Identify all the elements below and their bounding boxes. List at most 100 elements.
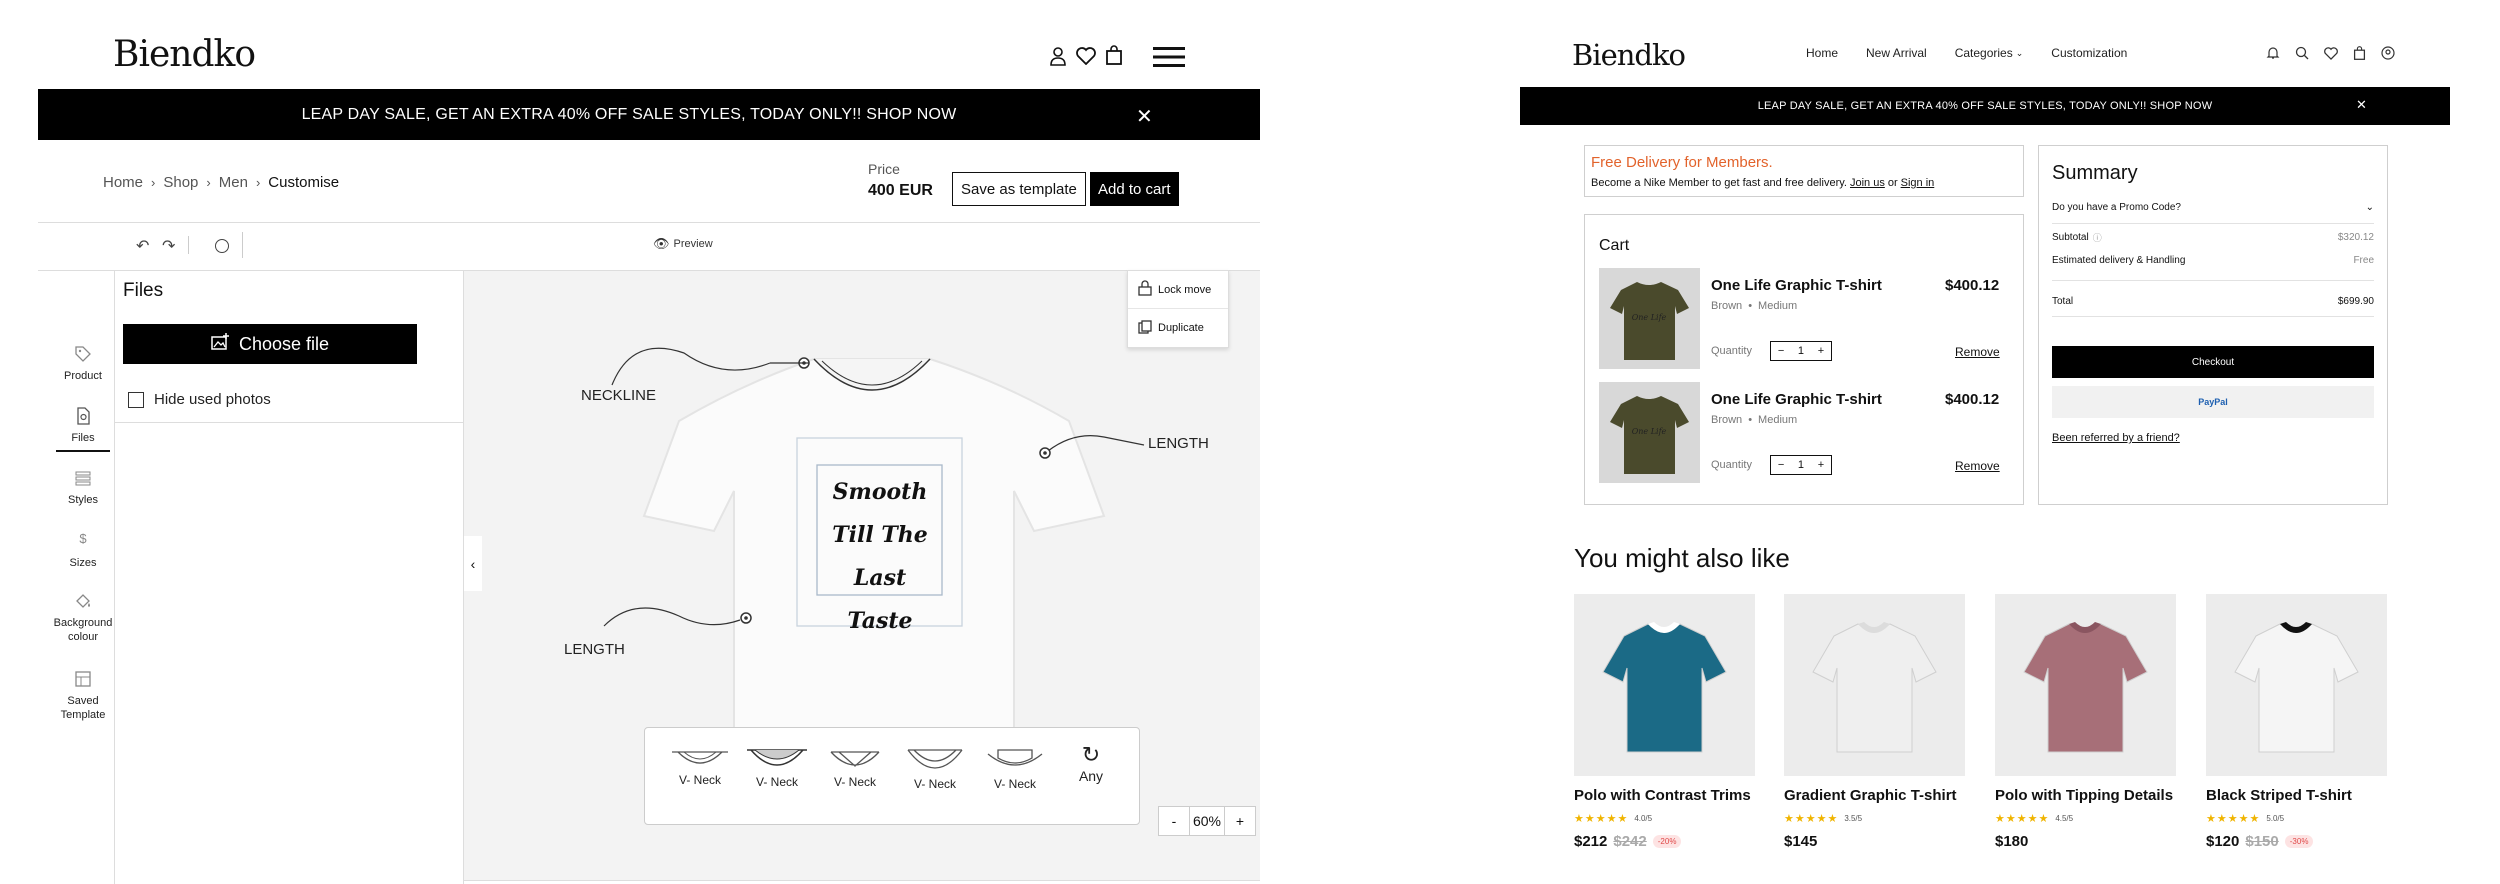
bell-icon[interactable]	[2266, 46, 2280, 63]
neck-option-any[interactable]: ↻ Any	[1051, 742, 1131, 784]
sidebar-item-product[interactable]: Product	[38, 345, 128, 383]
product-name[interactable]: Gradient Graphic T-shirt	[1784, 787, 1957, 804]
v-neck-icon	[830, 751, 880, 767]
sidebar-item-label: Background colour	[53, 617, 113, 643]
neck-option[interactable]: V- Neck	[660, 748, 740, 787]
user-icon[interactable]	[1049, 46, 1067, 66]
product-rating: ★★★★★ 3.5/5	[1784, 812, 1862, 825]
plus-icon[interactable]: +	[1818, 459, 1824, 471]
nav-categories[interactable]: Categories ⌄	[1955, 46, 2024, 60]
cart-item-name[interactable]: One Life Graphic T-shirt	[1711, 391, 1882, 408]
breadcrumb-men[interactable]: Men	[219, 174, 248, 191]
eye-icon: 👁	[653, 236, 670, 251]
sign-in-link[interactable]: Sign in	[1901, 177, 1935, 189]
minus-icon[interactable]: −	[1778, 459, 1784, 471]
sidebar-item-saved-template[interactable]: Saved Template	[38, 670, 128, 722]
close-banner-icon[interactable]: ✕	[2356, 97, 2367, 113]
zoom-control: - 60% +	[1158, 806, 1256, 836]
join-us-link[interactable]: Join us	[1850, 177, 1885, 189]
close-banner-icon[interactable]: ✕	[1136, 104, 1153, 129]
rating-value: 4.5/5	[2055, 814, 2074, 823]
product-name[interactable]: Polo with Contrast Trims	[1574, 787, 1751, 804]
neck-option[interactable]: V- Neck	[975, 746, 1055, 791]
design-canvas[interactable]: NECKLINE LENGTH LENGTH Smooth Till The L…	[464, 270, 1260, 880]
divider	[38, 222, 1260, 223]
cart-item-image[interactable]: One Life	[1599, 382, 1700, 483]
heart-icon[interactable]	[1076, 47, 1096, 65]
divider	[2052, 316, 2374, 317]
menu-item-duplicate[interactable]: Duplicate	[1128, 309, 1228, 347]
print-line: Smooth	[832, 479, 928, 505]
breadcrumb-home[interactable]: Home	[103, 174, 143, 191]
also-like-title: You might also like	[1574, 543, 1790, 573]
delivery-value: Free	[2353, 255, 2374, 266]
sidebar-item-files[interactable]: Files	[38, 407, 128, 452]
minus-icon[interactable]: −	[1778, 345, 1784, 357]
menu-icon[interactable]	[1153, 46, 1185, 68]
bag-icon[interactable]	[2353, 46, 2366, 63]
promo-banner-text[interactable]: LEAP DAY SALE, GET AN EXTRA 40% OFF SALE…	[302, 106, 957, 124]
turtle-neck-icon	[987, 749, 1043, 766]
breadcrumb-shop[interactable]: Shop	[163, 174, 198, 191]
zoom-value[interactable]: 60%	[1189, 807, 1225, 835]
cart-item-image[interactable]: One Life	[1599, 268, 1700, 369]
zoom-in-button[interactable]: +	[1225, 813, 1255, 829]
product-old-price: $150	[2245, 833, 2279, 850]
circle-shape-icon[interactable]	[215, 239, 229, 253]
paypal-button[interactable]: PayPal	[2052, 386, 2374, 418]
brand-logo[interactable]: Biendko	[1572, 38, 1686, 72]
quantity-stepper[interactable]: − 1 +	[1770, 341, 1832, 361]
sidebar-item-styles[interactable]: Styles	[38, 469, 128, 507]
promo-banner-text[interactable]: LEAP DAY SALE, GET AN EXTRA 40% OFF SALE…	[1758, 100, 2213, 112]
print-text[interactable]: Smooth Till The Last Taste	[819, 471, 941, 643]
sidebar-item-background-colour[interactable]: Background colour	[38, 592, 128, 644]
remove-link[interactable]: Remove	[1955, 345, 2000, 359]
product-image[interactable]	[1784, 594, 1965, 776]
summary-box: Summary Do you have a Promo Code? ⌄ Subto…	[2038, 145, 2388, 505]
referred-link[interactable]: Been referred by a friend?	[2052, 432, 2180, 444]
neck-option[interactable]: V- Neck	[737, 746, 817, 789]
hide-used-photos-checkbox[interactable]: Hide used photos	[128, 391, 271, 408]
divider	[464, 880, 1260, 881]
undo-icon[interactable]: ↶	[136, 236, 149, 256]
search-icon[interactable]	[2295, 46, 2309, 63]
product-name[interactable]: Black Striped T-shirt	[2206, 787, 2352, 804]
product-name[interactable]: Polo with Tipping Details	[1995, 787, 2173, 804]
info-icon[interactable]: ⓘ	[2093, 231, 2102, 244]
product-image[interactable]	[2206, 594, 2387, 776]
neck-option[interactable]: V- Neck	[815, 748, 895, 789]
sidebar-item-sizes[interactable]: $ Sizes	[38, 532, 128, 570]
account-icon[interactable]	[2381, 46, 2395, 63]
sidebar-item-label: Files	[71, 432, 95, 444]
heart-icon[interactable]	[2324, 46, 2338, 63]
quantity-value: 1	[1797, 459, 1805, 471]
nav-new-arrival[interactable]: New Arrival	[1866, 46, 1927, 60]
collapse-panel-button[interactable]: ‹	[464, 536, 482, 591]
nav-home[interactable]: Home	[1806, 46, 1838, 60]
plus-icon[interactable]: +	[1818, 345, 1824, 357]
choose-file-button[interactable]: Choose file	[123, 324, 417, 364]
product-image[interactable]	[1995, 594, 2176, 776]
product-price-row: $212 $242 -20%	[1574, 833, 1682, 850]
remove-link[interactable]: Remove	[1955, 459, 2000, 473]
zoom-out-button[interactable]: -	[1159, 813, 1189, 829]
subtotal-label: Subtotal	[2052, 232, 2089, 243]
save-as-template-button[interactable]: Save as template	[952, 172, 1086, 206]
menu-item-lock-move[interactable]: Lock move	[1128, 271, 1228, 309]
bag-icon[interactable]	[1105, 45, 1123, 65]
neck-option-label: Any	[1078, 768, 1104, 784]
redo-icon[interactable]: ↷	[162, 236, 175, 256]
image-add-icon	[211, 332, 229, 356]
preview-button[interactable]: 👁 Preview	[653, 236, 713, 252]
nav-customization[interactable]: Customization	[2051, 46, 2127, 60]
neck-option[interactable]: V- Neck	[895, 746, 975, 791]
checkout-button[interactable]: Checkout	[2052, 346, 2374, 378]
brand-logo[interactable]: Biendko	[113, 34, 256, 75]
add-to-cart-button[interactable]: Add to cart	[1090, 172, 1179, 206]
price-label: Price	[868, 161, 900, 177]
quantity-stepper[interactable]: − 1 +	[1770, 455, 1832, 475]
promo-code-toggle[interactable]: Do you have a Promo Code? ⌄	[2052, 202, 2374, 213]
product-image[interactable]	[1574, 594, 1755, 776]
cart-item-name[interactable]: One Life Graphic T-shirt	[1711, 277, 1882, 294]
preview-label: Preview	[673, 238, 713, 250]
